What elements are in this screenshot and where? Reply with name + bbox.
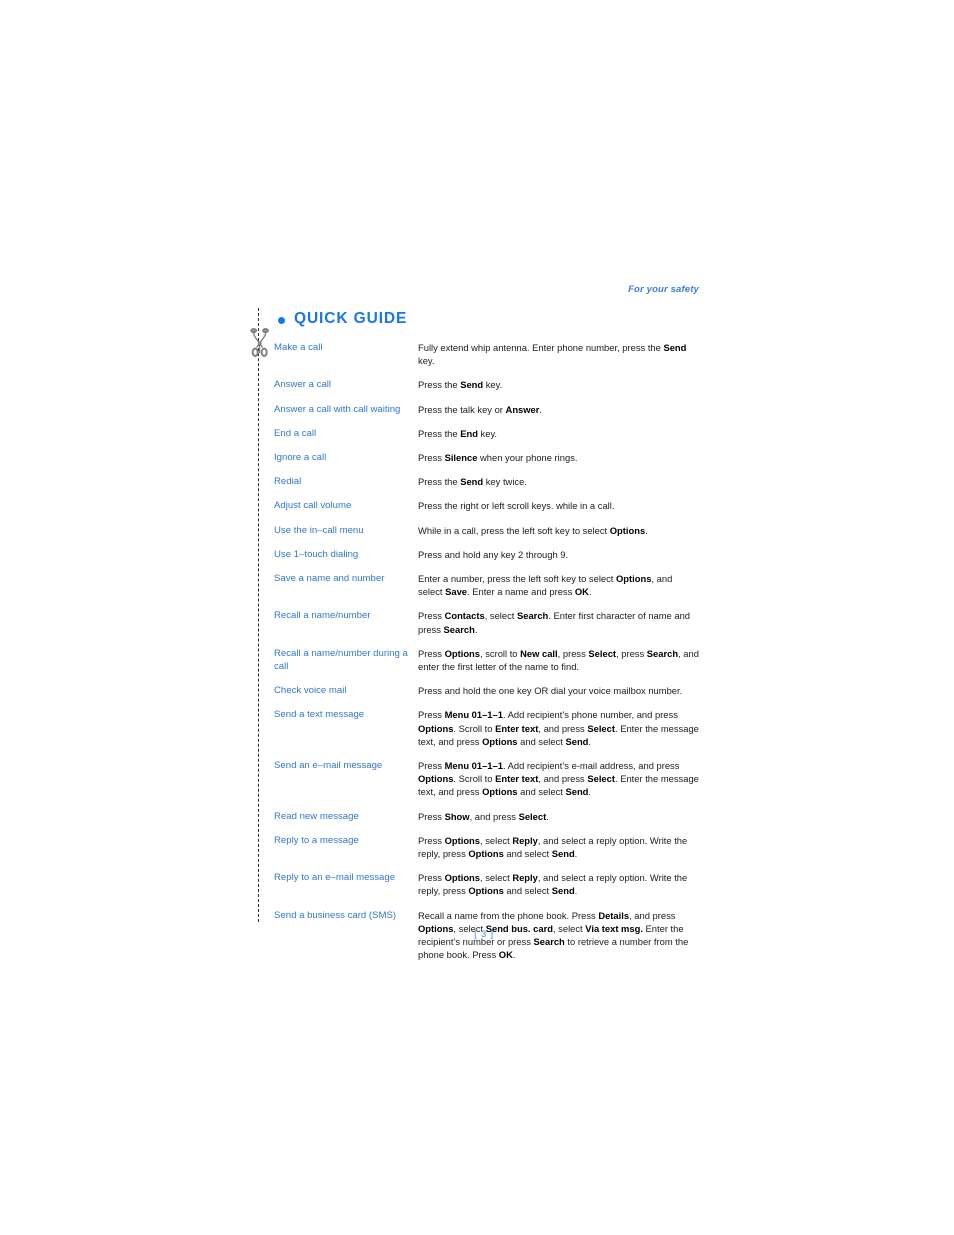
table-row: Send an e–mail message Press Menu 01–1–1.…	[274, 759, 699, 810]
table-row: Read new message Press Show, and press Se…	[274, 810, 699, 834]
table-row: Recall a name/number Press Contacts, sele…	[274, 609, 699, 646]
bullet-dot-icon	[278, 316, 285, 324]
page-number: [ 3 ]	[474, 929, 494, 940]
table-row: Recall a name/number during a call Press …	[274, 647, 699, 684]
quick-guide-action-text: Press Options, select Reply, and select …	[418, 872, 688, 897]
quick-guide-action-text: Press Options, select Reply, and select …	[418, 834, 688, 860]
table-row: Answer a call Press the Send key.	[274, 378, 699, 402]
quick-guide-task-label: Send an e–mail message	[274, 760, 383, 772]
quick-guide-task-label: End a call	[274, 427, 317, 439]
quick-guide-task-label: Save a name and number	[274, 573, 385, 585]
quick-guide-action-text: While in a call, press the left soft key…	[418, 524, 648, 536]
table-row: Reply to an e–mail message Press Options,…	[274, 871, 699, 908]
table-row: Check voice mail Press and hold the one k…	[274, 684, 699, 708]
quick-guide-task-label: Redial	[274, 476, 302, 488]
table-row: Make a call Fully extend whip antenna. En…	[274, 341, 699, 378]
table-row: Adjust call volume Press the right or lef…	[274, 499, 699, 523]
quick-guide-body: Make a call Fully extend whip antenna. En…	[274, 341, 699, 973]
running-header: For your safety	[628, 284, 699, 295]
quick-guide-action-text: Press Menu 01–1–1. Add recipient’s e-mai…	[418, 760, 699, 798]
quick-guide-task-label: Send a business card (SMS)	[274, 909, 397, 921]
quick-guide-action-text: Press and hold any key 2 through 9.	[418, 548, 569, 560]
table-row: Use 1–touch dialing Press and hold any ke…	[274, 548, 699, 572]
quick-guide-action-text: Press the Send key twice.	[418, 476, 527, 488]
quick-guide-table: Make a call Fully extend whip antenna. En…	[274, 341, 699, 973]
scissors-icon	[248, 328, 272, 364]
page-title: QUICK GUIDE	[294, 310, 408, 327]
quick-guide-action-text: Press Show, and press Select.	[418, 810, 549, 822]
quick-guide-action-text: Press and hold the one key OR dial your …	[418, 685, 683, 697]
quick-guide-action-text: Press the talk key or Answer.	[418, 403, 543, 415]
table-row: Send a text message Press Menu 01–1–1. Ad…	[274, 708, 699, 759]
quick-guide-action-text: Press the Send key.	[418, 379, 503, 391]
quick-guide-task-label: Recall a name/number during a call	[274, 647, 408, 673]
table-row: End a call Press the End key.	[274, 427, 699, 451]
quick-guide-action-text: Press the End key.	[418, 427, 498, 439]
quick-guide-task-label: Answer a call with call waiting	[274, 403, 401, 415]
table-row: Use the in–call menu While in a call, pre…	[274, 524, 699, 548]
quick-guide-task-label: Reply to a message	[274, 834, 359, 846]
quick-guide-task-label: Send a text message	[274, 709, 365, 721]
table-row: Reply to a message Press Options, select …	[274, 834, 699, 871]
cut-gutter	[250, 308, 269, 922]
quick-guide-action-text: Fully extend whip antenna. Enter phone n…	[418, 342, 687, 367]
quick-guide-action-text: Press the right or left scroll keys. whi…	[418, 500, 615, 512]
quick-guide-task-label: Use 1–touch dialing	[274, 548, 359, 560]
table-row: Answer a call with call waiting Press the…	[274, 403, 699, 427]
table-row: Send a business card (SMS) Recall a name …	[274, 909, 699, 973]
table-row: Redial Press the Send key twice.	[274, 475, 699, 499]
quick-guide-action-text: Press Options, scroll to New call, press…	[418, 647, 699, 673]
quick-guide-action-text: Press Silence when your phone rings.	[418, 452, 578, 464]
table-row: Ignore a call Press Silence when your pho…	[274, 451, 699, 475]
quick-guide-task-label: Adjust call volume	[274, 500, 352, 512]
dashed-cut-line	[258, 308, 259, 922]
quick-guide-action-text: Recall a name from the phone book. Press…	[418, 909, 689, 961]
quick-guide-task-label: Check voice mail	[274, 685, 347, 697]
quick-guide-action-text: Enter a number, press the left soft key …	[418, 573, 673, 598]
quick-guide-task-label: Reply to an e–mail message	[274, 872, 396, 884]
quick-guide-task-label: Make a call	[274, 342, 323, 353]
section-heading: QUICK GUIDE	[278, 310, 407, 328]
quick-guide-action-text: Press Menu 01–1–1. Add recipient’s phone…	[418, 709, 699, 747]
table-row: Save a name and number Enter a number, pr…	[274, 572, 699, 609]
quick-guide-task-label: Use the in–call menu	[274, 524, 364, 536]
quick-guide-task-label: Read new message	[274, 810, 359, 822]
quick-guide-task-label: Recall a name/number	[274, 610, 371, 622]
quick-guide-action-text: Press Contacts, select Search. Enter fir…	[418, 610, 691, 635]
quick-guide-task-label: Ignore a call	[274, 452, 327, 464]
quick-guide-task-label: Answer a call	[274, 379, 332, 391]
